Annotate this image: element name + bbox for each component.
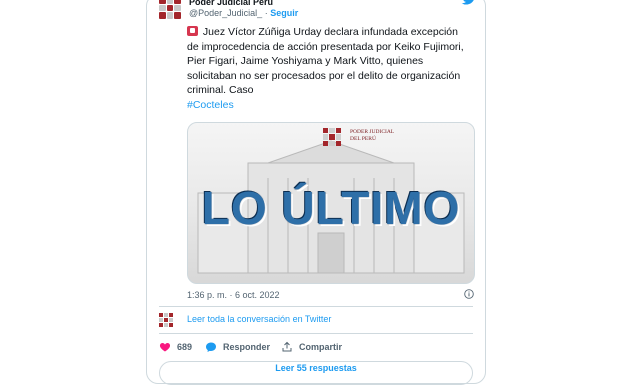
twitter-bird-icon[interactable]: [461, 0, 477, 7]
like-count: 689: [177, 342, 193, 352]
reply-button[interactable]: Responder: [205, 341, 270, 353]
tweet-body: Juez Víctor Zúñiga Urday declara infunda…: [187, 26, 464, 96]
reply-icon: [206, 342, 216, 352]
media-logo-text: PODER JUDICIAL DEL PERÚ: [350, 129, 394, 143]
author-avatar[interactable]: [159, 0, 181, 19]
divider: [159, 306, 473, 307]
tweet-text: Juez Víctor Zúñiga Urday declara infunda…: [187, 25, 467, 112]
tweet-timestamp[interactable]: 1:36 p. m. · 6 oct. 2022: [187, 290, 280, 300]
flag-icon: [187, 26, 198, 36]
handle-separator: ·: [264, 8, 268, 18]
share-button[interactable]: Compartir: [281, 341, 342, 353]
author-display-name[interactable]: Poder Judicial Perú: [189, 0, 298, 8]
tweet-media-image[interactable]: PODER JUDICIAL DEL PERÚ LO ÚLTIMO: [187, 122, 475, 284]
divider: [159, 333, 473, 334]
hashtag-link[interactable]: #Cocteles: [187, 98, 467, 113]
author-info: Poder Judicial Perú @Poder_Judicial_ · S…: [189, 0, 298, 19]
tweet-header: Poder Judicial Perú @Poder_Judicial_ · S…: [159, 0, 474, 21]
tweet-card: Poder Judicial Perú @Poder_Judicial_ · S…: [146, 0, 486, 385]
author-handle[interactable]: @Poder_Judicial_: [189, 8, 262, 18]
reply-label: Responder: [223, 342, 271, 352]
info-icon[interactable]: [464, 289, 474, 299]
author-handle-row: @Poder_Judicial_ · Seguir: [189, 8, 298, 19]
share-icon: [282, 341, 292, 352]
heart-icon: [159, 343, 171, 352]
small-avatar: [159, 313, 173, 327]
share-label: Compartir: [299, 342, 343, 352]
media-logo-line1: PODER JUDICIAL: [350, 129, 395, 135]
poder-judicial-logo: [323, 128, 341, 146]
read-conversation-link[interactable]: Leer toda la conversación en Twitter: [187, 314, 331, 324]
read-replies-button[interactable]: Leer 55 respuestas: [159, 361, 473, 385]
media-headline: LO ÚLTIMO: [201, 182, 461, 234]
like-button[interactable]: 689: [159, 341, 192, 353]
follow-button[interactable]: Seguir: [270, 8, 298, 18]
media-logo-line2: DEL PERÚ: [350, 136, 376, 142]
